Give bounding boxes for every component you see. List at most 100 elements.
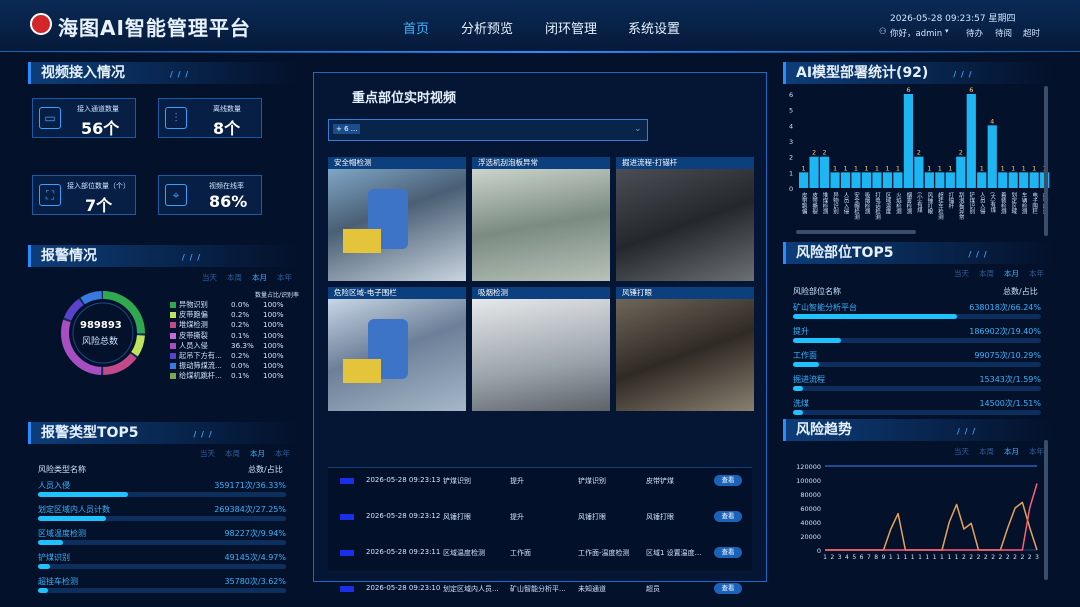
bar-value-label: 1 [1001, 164, 1005, 172]
bar [977, 172, 987, 188]
todo-link[interactable]: 待办 [966, 27, 983, 39]
video-tile[interactable]: 掘进流程-打锚杆 [616, 157, 754, 281]
timeout-link[interactable]: 超时 [1023, 27, 1040, 39]
x-tick-label: (大)有煤 [989, 192, 996, 214]
legend-swatch [170, 322, 176, 329]
legend-name: 人员入侵 [179, 340, 208, 350]
risk-top5-tabs: 当天 本周 本月 本年 [944, 268, 1044, 279]
tab-year[interactable]: 本年 [275, 449, 290, 458]
chart-vscrollbar[interactable] [1044, 86, 1048, 236]
toread-link[interactable]: 待阅 [995, 27, 1012, 39]
tab-month[interactable]: 本月 [1004, 447, 1019, 456]
channel-select[interactable]: + 6 ... ⌄ [328, 119, 648, 141]
tab-week[interactable]: 本周 [225, 449, 240, 458]
x-tick-label: 1 [823, 554, 827, 561]
tab-day[interactable]: 当天 [954, 447, 969, 456]
tab-day[interactable]: 当天 [954, 269, 969, 278]
stat-locations: ⛶ 接入部位数量（个） 7个 [32, 175, 136, 215]
nav-analysis[interactable]: 分析预览 [461, 18, 513, 37]
video-access-title: 视频接入情况 / / / [28, 62, 298, 84]
top5-bar-track [793, 314, 1041, 319]
legend-pct: 0.2% [231, 320, 250, 330]
nav-closed-loop[interactable]: 闭环管理 [545, 18, 597, 37]
tab-day[interactable]: 当天 [200, 449, 215, 458]
stat-label: 视频在线率 [209, 182, 244, 190]
top5-bar-track [793, 338, 1041, 343]
view-button[interactable]: 查看 [714, 583, 742, 594]
frame-icon: ⛶ [39, 184, 61, 206]
top5-bar-track [793, 410, 1041, 415]
view-button[interactable]: 查看 [714, 511, 742, 522]
bar-value-label: 6 [969, 86, 973, 94]
bar [1008, 172, 1018, 188]
tab-week[interactable]: 本周 [979, 447, 994, 456]
x-tick-label: 2 [1028, 554, 1032, 561]
ai-models-chart: 01234561皮带跑偏2皮带撕裂2堆煤检测1异物识别1人员入侵1安全帽检测1吸… [789, 86, 1050, 221]
top5-bar-fill [38, 516, 106, 521]
legend-name: 起吊下方有... [179, 351, 222, 360]
nav-settings[interactable]: 系统设置 [628, 18, 680, 37]
tab-week[interactable]: 本周 [979, 269, 994, 278]
bar [987, 125, 997, 188]
col-name-header: 风险部位名称 [793, 287, 841, 296]
view-button[interactable]: 查看 [714, 475, 742, 486]
bar-value-label: 1 [927, 164, 931, 172]
legend-swatch [170, 353, 176, 359]
legend-swatch [170, 373, 176, 380]
bar-value-label: 1 [980, 164, 984, 172]
bar [956, 156, 966, 188]
video-tile[interactable]: 吸烟检测 [472, 287, 610, 411]
trend-vscrollbar[interactable] [1044, 440, 1048, 580]
tab-month[interactable]: 本月 [252, 273, 267, 282]
legend-pct: 0.0% [231, 361, 250, 371]
bar-value-label: 1 [875, 164, 879, 172]
bar [1019, 172, 1029, 188]
tab-month[interactable]: 本月 [250, 449, 265, 458]
tab-year[interactable]: 本年 [277, 273, 292, 282]
tab-day[interactable]: 当天 [202, 273, 217, 282]
video-feed [328, 299, 466, 411]
top5-name: 洗煤 [793, 399, 809, 408]
legend-rate: 100% [263, 351, 284, 360]
tab-month[interactable]: 本月 [1004, 269, 1019, 278]
bar-value-label: 2 [822, 149, 826, 157]
legend-pct: 36.3% [231, 340, 254, 350]
top5-bar-track [38, 492, 286, 497]
chart-scrollbar[interactable] [796, 230, 916, 234]
stat-value: 8个 [213, 119, 241, 138]
top5-bar-fill [38, 492, 129, 497]
x-tick-label: 火焰检测 [895, 192, 902, 215]
legend-rate: 100% [263, 361, 284, 371]
legend-item: 起吊下方有... 0.2% 100% [170, 351, 285, 361]
nav-home[interactable]: 首页 [403, 18, 429, 37]
x-tick-label: 4 [845, 554, 849, 561]
alarm-location: 提升 [510, 477, 524, 485]
tab-year[interactable]: 本年 [1029, 269, 1044, 278]
user-greeting[interactable]: 你好，admin [890, 27, 942, 39]
video-tile[interactable]: 风锤打眼 [616, 287, 754, 411]
chevron-down-icon[interactable]: ▾ [945, 27, 949, 35]
tab-week[interactable]: 本周 [227, 273, 242, 282]
video-tile-title: 危险区域-电子围栏 [328, 287, 466, 299]
view-button[interactable]: 查看 [714, 547, 742, 558]
video-tile[interactable]: 危险区域-电子围栏 [328, 287, 466, 411]
bar-value-label: 1 [896, 164, 900, 172]
video-tile[interactable]: 浮选机刮泡板异常 [472, 157, 610, 281]
x-tick-label: 车辆检测 [1021, 191, 1028, 216]
x-tick-label: 划定区域 [1010, 191, 1017, 215]
top5-bar-fill [793, 386, 803, 391]
alarm-time: 2026-05-28 09:23:10 [366, 584, 441, 592]
y-tick-label: 3 [789, 138, 793, 146]
y-tick-label: 6 [789, 91, 793, 99]
legend-name: 振动筛煤流... [179, 361, 222, 371]
bar-value-label: 2 [812, 149, 816, 157]
video-tile[interactable]: 安全帽检测 [328, 157, 466, 281]
legend-pct: 0.2% [231, 351, 250, 360]
x-tick-label: 打锚杆 [947, 191, 954, 210]
x-tick-label: 2 [1013, 554, 1017, 561]
legend-name: 堆煤检测 [179, 320, 208, 330]
risk-trend-tabs: 当天 本周 本月 本年 [944, 446, 1044, 457]
user-icon[interactable]: ⚇ [879, 27, 887, 37]
tab-year[interactable]: 本年 [1029, 447, 1044, 456]
alarm-event: 工作面-温度检测 [578, 549, 630, 557]
